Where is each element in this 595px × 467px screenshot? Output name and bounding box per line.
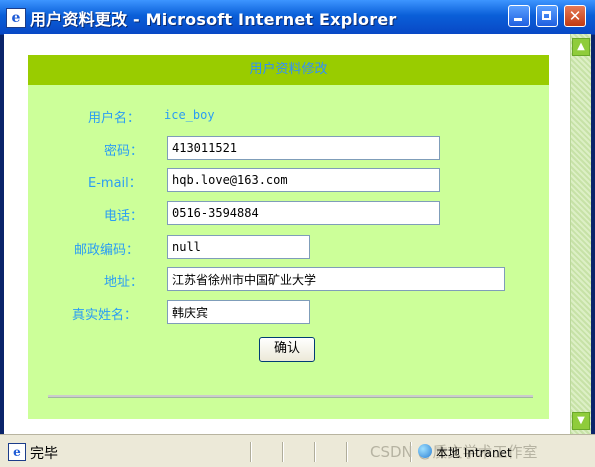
username-row: 用户名： ice_boy — [28, 103, 549, 129]
password-row: 密码： — [28, 136, 549, 162]
status-text: 完毕 — [30, 446, 58, 462]
vertical-scrollbar[interactable]: ▲ ▼ — [570, 34, 591, 434]
email-label: E-mail： — [88, 176, 142, 191]
address-field[interactable] — [167, 267, 505, 291]
postcode-label: 邮政编码： — [74, 243, 140, 258]
username-value: ice_boy — [164, 108, 215, 122]
zone-text: 本地 Intranet — [436, 446, 512, 460]
arrow-down-icon: ▼ — [577, 415, 585, 426]
page-content: 用户资料修改 用户名： ice_boy 密码： E-mail： 电话： — [4, 34, 570, 434]
scroll-up-button[interactable]: ▲ — [572, 38, 590, 56]
maximize-button[interactable] — [536, 5, 558, 27]
profile-form-panel: 用户资料修改 用户名： ice_boy 密码： E-mail： 电话： — [28, 55, 549, 419]
phone-field[interactable] — [167, 201, 440, 225]
email-field[interactable] — [167, 168, 440, 192]
minimize-button[interactable] — [508, 5, 530, 27]
scroll-down-button[interactable]: ▼ — [572, 412, 590, 430]
address-label: 地址： — [104, 275, 144, 290]
form-header: 用户资料修改 — [28, 55, 549, 85]
minimize-icon — [509, 6, 529, 26]
arrow-up-icon: ▲ — [577, 41, 585, 52]
status-separator — [250, 442, 252, 462]
divider — [48, 395, 533, 398]
postcode-row: 邮政编码： — [28, 235, 549, 261]
status-separator — [282, 442, 284, 462]
browser-viewport: 用户资料修改 用户名： ice_boy 密码： E-mail： 电话： — [4, 34, 591, 434]
postcode-field[interactable] — [167, 235, 310, 259]
phone-label: 电话： — [104, 209, 144, 224]
maximize-icon — [537, 6, 557, 26]
window-title: 用户资料更改 - Microsoft Internet Explorer — [30, 10, 397, 29]
phone-row: 电话： — [28, 201, 549, 227]
confirm-button[interactable]: 确认 — [259, 337, 315, 362]
username-label: 用户名： — [88, 111, 141, 126]
browser-window: e 用户资料更改 - Microsoft Internet Explorer ✕… — [0, 0, 595, 467]
password-label: 密码： — [104, 144, 144, 159]
title-bar: e 用户资料更改 - Microsoft Internet Explorer ✕ — [0, 0, 595, 35]
address-row: 地址： — [28, 267, 549, 293]
email-row: E-mail： — [28, 168, 549, 194]
password-field[interactable] — [167, 136, 440, 160]
realname-row: 真实姓名： — [28, 300, 549, 326]
status-bar: e 完毕 CSDN @质文学术工作室 本地 Intranet — [0, 434, 595, 467]
status-separator — [314, 442, 316, 462]
realname-field[interactable] — [167, 300, 310, 324]
realname-label: 真实姓名： — [72, 308, 138, 323]
close-button[interactable]: ✕ — [564, 5, 586, 27]
page-icon: e — [8, 443, 26, 461]
status-separator — [346, 442, 348, 462]
ie-icon: e — [6, 8, 26, 28]
close-icon: ✕ — [568, 7, 582, 25]
intranet-icon — [418, 444, 432, 458]
